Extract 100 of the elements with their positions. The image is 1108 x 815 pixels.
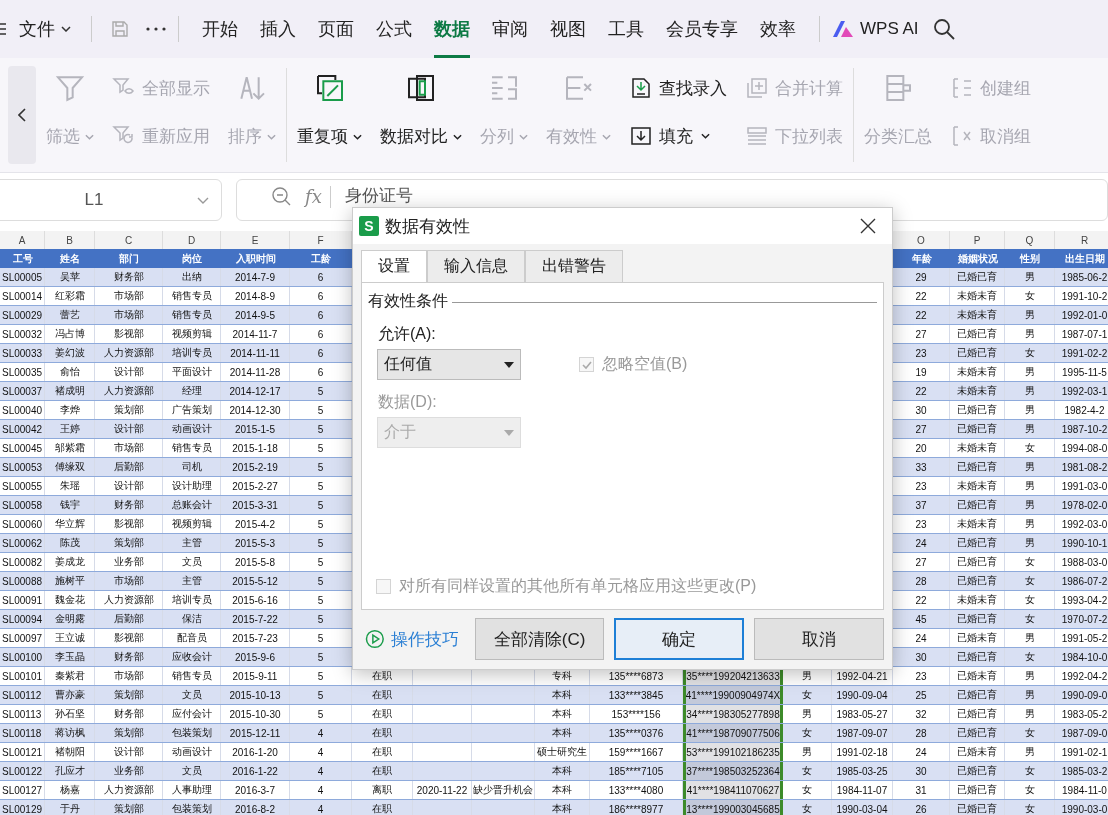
table-cell: 包装策划 (163, 724, 221, 742)
dialog-tab[interactable]: 设置 (361, 250, 427, 282)
table-cell: 应收会计 (163, 648, 221, 666)
table-cell: 4 (290, 724, 352, 742)
dialog-button[interactable]: 确定 (614, 618, 745, 660)
table-cell: 业务部 (95, 553, 163, 571)
table-cell: 26 (893, 800, 950, 815)
table-cell: 男 (1005, 268, 1055, 286)
table-cell: 未婚未育 (950, 515, 1005, 533)
table-cell: SL00062 (0, 534, 45, 552)
table-cell: 2015-3-31 (221, 496, 290, 514)
table-cell: 未婚未育 (950, 439, 1005, 457)
menu-icon[interactable] (0, 21, 7, 37)
table-cell: 销售专员 (163, 439, 221, 457)
menu-tab[interactable]: 开始 (202, 0, 238, 58)
table-cell: 褚成明 (45, 382, 95, 400)
dropdown-list-icon (745, 124, 769, 148)
table-cell: 曹亦豪 (45, 686, 95, 704)
menu-tab[interactable]: 效率 (760, 0, 796, 58)
table-cell: 133****3845 (590, 686, 683, 704)
menu-tab[interactable]: 插入 (260, 0, 296, 58)
dialog-tab[interactable]: 出错警告 (525, 250, 623, 282)
file-menu[interactable]: 文件 (19, 17, 55, 41)
table-cell: 男 (1005, 420, 1055, 438)
table-cell: 主管 (163, 534, 221, 552)
table-cell: 后勤部 (95, 610, 163, 628)
table-cell: 女 (1005, 287, 1055, 305)
table-cell: 1990-09-0 (1055, 686, 1108, 704)
table-cell: 2020-11-22 (413, 781, 472, 799)
menu-tab[interactable]: 视图 (550, 0, 586, 58)
table-cell: 已婚已育 (950, 401, 1005, 419)
table-cell: 人力资源部 (95, 344, 163, 362)
table-cell: 秦紫君 (45, 667, 95, 685)
ribbon-button[interactable]: 填充 (629, 124, 727, 148)
table-cell: 4 (290, 762, 352, 780)
dialog-button[interactable]: 取消 (754, 618, 884, 660)
table-cell: 1984-11-0 (1055, 781, 1108, 799)
table-cell: 2015-9-6 (221, 648, 290, 666)
dialog-button[interactable]: 全部清除(C) (474, 618, 605, 660)
name-box[interactable]: L1 (0, 179, 222, 221)
allow-label: 允许(A): (378, 324, 437, 344)
table-cell: 女 (1005, 762, 1055, 780)
table-cell: 2014-9-5 (221, 306, 290, 324)
table-cell: 本科 (535, 781, 590, 799)
ribbon-button[interactable]: 查找录入 (629, 76, 727, 100)
caret-icon (85, 133, 94, 140)
ribbon-button[interactable]: 重复项 (297, 58, 362, 172)
table-cell: 2015-4-2 (221, 515, 290, 533)
table-cell: SL00053 (0, 458, 45, 476)
dialog-tab[interactable]: 输入信息 (427, 250, 525, 282)
table-cell: 1992-03-1 (1055, 382, 1108, 400)
table-cell: 1993-04-2 (1055, 591, 1108, 609)
table-cell: 已婚已育 (950, 705, 1005, 723)
ungroup-icon (950, 124, 974, 148)
table-cell: 本科 (535, 800, 590, 815)
table-cell: 已婚未育 (950, 743, 1005, 761)
table-cell: SL00091 (0, 591, 45, 609)
close-icon (860, 218, 876, 234)
menu-tab[interactable]: 公式 (376, 0, 412, 58)
table-cell: SL00035 (0, 363, 45, 381)
table-cell: 2015-2-19 (221, 458, 290, 476)
table-cell: 2015-1-5 (221, 420, 290, 438)
table-cell: 应付会计 (163, 705, 221, 723)
table-cell: 女 (1005, 610, 1055, 628)
table-cell: 在职 (352, 800, 413, 815)
table-cell: 2016-3-7 (221, 781, 290, 799)
table-cell: 已婚已育 (950, 325, 1005, 343)
table-cell: 1990-10-1 (1055, 534, 1108, 552)
menu-tab[interactable]: 审阅 (492, 0, 528, 58)
table-cell: SL00005 (0, 268, 45, 286)
table-cell: 1992-03-0 (1055, 515, 1108, 533)
table-cell: SL00037 (0, 382, 45, 400)
table-cell: SL00040 (0, 401, 45, 419)
table-cell: 财务部 (95, 496, 163, 514)
table-cell: 已婚已育 (950, 762, 1005, 780)
more-icon[interactable] (146, 27, 166, 31)
checkbox-label: 对所有同样设置的其他所有单元格应用这些更改(P) (399, 576, 757, 596)
menu-tab[interactable]: 页面 (318, 0, 354, 58)
ai-button[interactable]: WPS AI (860, 19, 919, 39)
ribbon-button[interactable]: 数据对比 (380, 58, 462, 172)
menu-tab[interactable]: 工具 (608, 0, 644, 58)
table-cell: 女 (1005, 553, 1055, 571)
table-cell: 动画设计 (163, 743, 221, 761)
table-cell: 2016-1-22 (221, 762, 290, 780)
tips-link[interactable]: 操作技巧 (390, 627, 459, 651)
table-cell: 已婚已育 (950, 534, 1005, 552)
menu-tab[interactable]: 会员专享 (666, 0, 738, 58)
table-cell: SL00014 (0, 287, 45, 305)
table-cell: SL00100 (0, 648, 45, 666)
table-cell: 1987-09-0 (1055, 724, 1108, 742)
table-cell: 1983-05-2 (1055, 705, 1108, 723)
table-cell: 185****7105 (590, 762, 683, 780)
table-cell: 5 (290, 686, 352, 704)
table-cell: 1991-10-2 (1055, 287, 1108, 305)
caret-icon (197, 196, 209, 204)
table-cell: 未婚未育 (950, 306, 1005, 324)
table-cell: 男 (1005, 743, 1055, 761)
table-cell: 市场部 (95, 439, 163, 457)
search-icon[interactable] (932, 18, 955, 40)
allow-select[interactable]: 任何值 (377, 349, 521, 380)
